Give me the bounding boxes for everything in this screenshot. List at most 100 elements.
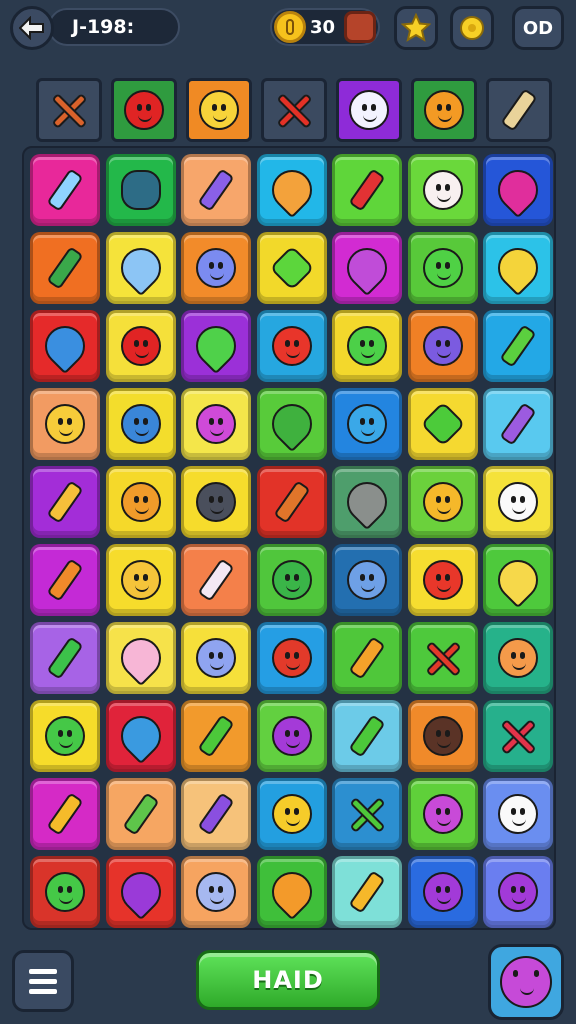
candy-icon [112, 707, 169, 765]
ghost-icon [498, 794, 538, 834]
board-tile[interactable] [105, 856, 176, 928]
board-tile[interactable] [181, 466, 251, 538]
board-tile[interactable] [407, 154, 478, 226]
board-tile[interactable] [483, 154, 553, 226]
tool-slot[interactable] [261, 78, 327, 142]
play-button[interactable]: HAID [196, 950, 380, 1010]
board-tile[interactable] [30, 778, 100, 850]
smiley-icon [120, 560, 161, 600]
board-tile[interactable] [105, 388, 176, 460]
board-tile[interactable] [181, 310, 251, 382]
board-tile[interactable] [483, 700, 553, 772]
board-tile[interactable] [181, 388, 251, 460]
tool-slot[interactable] [486, 78, 552, 142]
tool-slot[interactable] [111, 78, 177, 142]
tool-slot[interactable] [336, 78, 402, 142]
board-tile[interactable] [105, 466, 176, 538]
board-tile[interactable] [256, 622, 327, 694]
board-tile[interactable] [181, 232, 251, 304]
shop-icon[interactable] [344, 11, 376, 43]
board-tile[interactable] [105, 700, 176, 772]
next-piece-preview[interactable] [488, 944, 564, 1020]
board-tile[interactable] [407, 310, 478, 382]
board-tile[interactable] [256, 232, 327, 304]
board-tile[interactable] [105, 310, 176, 382]
board-tile[interactable] [483, 622, 553, 694]
board-tile[interactable] [105, 544, 176, 616]
board-tile[interactable] [483, 466, 553, 538]
board-tile[interactable] [407, 466, 478, 538]
board-tile[interactable] [332, 700, 402, 772]
tool-slot[interactable] [36, 78, 102, 142]
board-tile[interactable] [332, 232, 402, 304]
settings-button[interactable] [450, 6, 494, 50]
board-tile[interactable] [256, 388, 327, 460]
board-tile[interactable] [483, 856, 553, 928]
star-button[interactable] [394, 6, 438, 50]
board-tile[interactable] [407, 388, 478, 460]
board-tile[interactable] [30, 466, 100, 538]
board-tile[interactable] [407, 232, 478, 304]
board-tile[interactable] [407, 700, 478, 772]
board-tile[interactable] [256, 856, 327, 928]
board-tile[interactable] [181, 622, 251, 694]
board-tile[interactable] [256, 544, 327, 616]
rock-icon [338, 473, 396, 531]
board-tile[interactable] [181, 856, 251, 928]
board-tile[interactable] [30, 544, 100, 616]
board-tile[interactable] [407, 544, 478, 616]
board-tile[interactable] [256, 778, 327, 850]
board-tile[interactable] [332, 388, 402, 460]
board-tile[interactable] [483, 310, 553, 382]
board-tile[interactable] [30, 700, 100, 772]
board-tile[interactable] [181, 778, 251, 850]
board-tile[interactable] [332, 856, 402, 928]
board-tile[interactable] [30, 232, 100, 304]
list-menu-button[interactable] [12, 950, 74, 1012]
pencil-icon [46, 246, 84, 290]
blob-icon [347, 560, 387, 600]
board-tile[interactable] [105, 154, 176, 226]
back-button[interactable] [10, 6, 54, 50]
board-tile[interactable] [181, 700, 251, 772]
board-tile[interactable] [256, 700, 327, 772]
board-tile[interactable] [332, 622, 402, 694]
board-tile[interactable] [30, 388, 100, 460]
board-tile[interactable] [407, 856, 478, 928]
board-tile[interactable] [256, 310, 327, 382]
board-tile[interactable] [483, 778, 553, 850]
board-tile[interactable] [332, 154, 402, 226]
board-tile[interactable] [181, 154, 251, 226]
board-tile[interactable] [30, 856, 100, 928]
board-tile[interactable] [256, 154, 327, 226]
board-tile[interactable] [105, 778, 176, 850]
board-tile[interactable] [105, 622, 176, 694]
bomb-icon [422, 716, 463, 756]
board-tile[interactable] [30, 622, 100, 694]
board-tile[interactable] [181, 544, 251, 616]
tool-slot[interactable] [186, 78, 252, 142]
board-tile[interactable] [483, 232, 553, 304]
sun-icon [424, 90, 464, 130]
tool-slot[interactable] [411, 78, 477, 142]
board-tile[interactable] [332, 778, 402, 850]
board-tile[interactable] [30, 310, 100, 382]
virus-icon [422, 872, 463, 912]
board-tile[interactable] [332, 544, 402, 616]
board-tile[interactable] [483, 388, 553, 460]
board-tile[interactable] [483, 544, 553, 616]
board-tile[interactable] [332, 310, 402, 382]
coin-counter: 30 [270, 8, 380, 46]
pencil-icon [348, 168, 386, 212]
menu-button[interactable]: OD [512, 6, 564, 50]
blob-icon [196, 872, 236, 912]
cross-icon [498, 716, 538, 756]
board-tile[interactable] [256, 466, 327, 538]
board-tile[interactable] [407, 778, 478, 850]
menu-button-label: OD [522, 17, 554, 39]
board-tile[interactable] [407, 622, 478, 694]
board-tile[interactable] [30, 154, 100, 226]
board-tile[interactable] [105, 232, 176, 304]
board-tile[interactable] [332, 466, 402, 538]
top-bar: J-198: 30 OD [0, 0, 576, 60]
